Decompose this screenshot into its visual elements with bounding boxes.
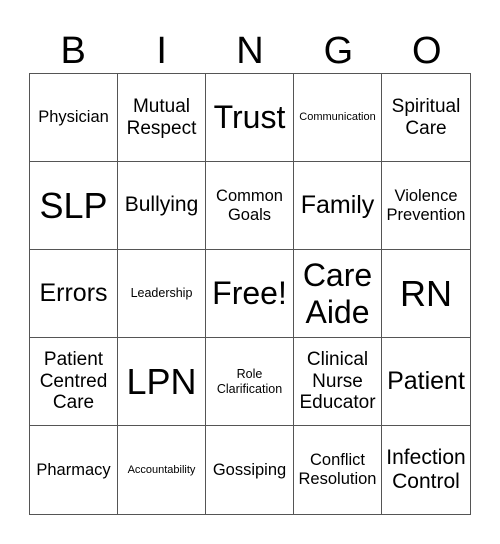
bingo-cell-label: Mutual Respect bbox=[126, 95, 197, 139]
bingo-cell[interactable]: Role Clarification bbox=[206, 338, 294, 426]
bingo-cell-label: Accountability bbox=[127, 463, 196, 476]
header-letter-g: G bbox=[323, 30, 354, 72]
bingo-cell-label: Care Aide bbox=[302, 256, 373, 330]
bingo-cell[interactable]: Trust bbox=[206, 74, 294, 162]
header-letter-i: I bbox=[156, 30, 167, 72]
bingo-cell[interactable]: Patient bbox=[382, 338, 470, 426]
bingo-cell[interactable]: Gossiping bbox=[206, 426, 294, 514]
bingo-cell[interactable]: Errors bbox=[30, 250, 118, 338]
bingo-card-grid: Physician Mutual Respect Trust Communicatio… bbox=[29, 73, 471, 515]
bingo-cell[interactable]: Leadership bbox=[118, 250, 206, 338]
bingo-cell-label: Trust bbox=[213, 99, 286, 136]
header-letter-b: B bbox=[60, 30, 86, 72]
bingo-header: B I N G O bbox=[29, 30, 471, 72]
bingo-cell-label: Clinical Nurse Educator bbox=[299, 348, 376, 414]
bingo-cell[interactable]: Patient Centred Care bbox=[30, 338, 118, 426]
bingo-cell[interactable]: RN bbox=[382, 250, 470, 338]
bingo-cell[interactable]: Mutual Respect bbox=[118, 74, 206, 162]
bingo-cell-label: Communication bbox=[299, 111, 376, 124]
bingo-cell-label: Role Clarification bbox=[216, 367, 283, 396]
bingo-cell[interactable]: Common Goals bbox=[206, 162, 294, 250]
bingo-cell-label: Family bbox=[300, 190, 375, 219]
bingo-cell-label: Conflict Resolution bbox=[298, 451, 377, 488]
bingo-cell-label: Spiritual Care bbox=[391, 95, 461, 139]
bingo-cell[interactable]: Communication bbox=[294, 74, 382, 162]
bingo-cell[interactable]: Conflict Resolution bbox=[294, 426, 382, 514]
bingo-cell-label: LPN bbox=[126, 360, 197, 402]
bingo-cell[interactable]: Accountability bbox=[118, 426, 206, 514]
bingo-cell-label: Patient Centred Care bbox=[39, 348, 108, 414]
bingo-cell-label: Pharmacy bbox=[36, 460, 111, 479]
bingo-cell[interactable]: Spiritual Care bbox=[382, 74, 470, 162]
bingo-cell[interactable]: SLP bbox=[30, 162, 118, 250]
bingo-cell-label: Leadership bbox=[130, 286, 193, 301]
header-letter-n: N bbox=[236, 30, 264, 72]
bingo-cell[interactable]: Infection Control bbox=[382, 426, 470, 514]
bingo-cell[interactable]: Family bbox=[294, 162, 382, 250]
bingo-cell[interactable]: Violence Prevention bbox=[382, 162, 470, 250]
bingo-cell[interactable]: LPN bbox=[118, 338, 206, 426]
bingo-cell-label: RN bbox=[400, 272, 452, 314]
header-letter-o: O bbox=[412, 30, 442, 72]
bingo-cell[interactable]: Clinical Nurse Educator bbox=[294, 338, 382, 426]
bingo-cell-label: Errors bbox=[39, 278, 108, 307]
bingo-cell-label: Free! bbox=[212, 275, 287, 312]
bingo-cell[interactable]: Pharmacy bbox=[30, 426, 118, 514]
bingo-cell-label: Patient bbox=[387, 366, 465, 395]
bingo-cell[interactable]: Bullying bbox=[118, 162, 206, 250]
bingo-cell-label: Common Goals bbox=[216, 186, 283, 224]
bingo-cell-label: Physician bbox=[38, 108, 109, 127]
bingo-cell-label: SLP bbox=[39, 184, 108, 226]
bingo-cell-label: Gossiping bbox=[212, 460, 287, 479]
bingo-cell-label: Bullying bbox=[124, 193, 199, 217]
bingo-cell-label: Infection Control bbox=[386, 445, 466, 493]
free-space-cell[interactable]: Free! bbox=[206, 250, 294, 338]
bingo-cell[interactable]: Care Aide bbox=[294, 250, 382, 338]
bingo-cell-label: Violence Prevention bbox=[386, 186, 466, 224]
bingo-cell[interactable]: Physician bbox=[30, 74, 118, 162]
